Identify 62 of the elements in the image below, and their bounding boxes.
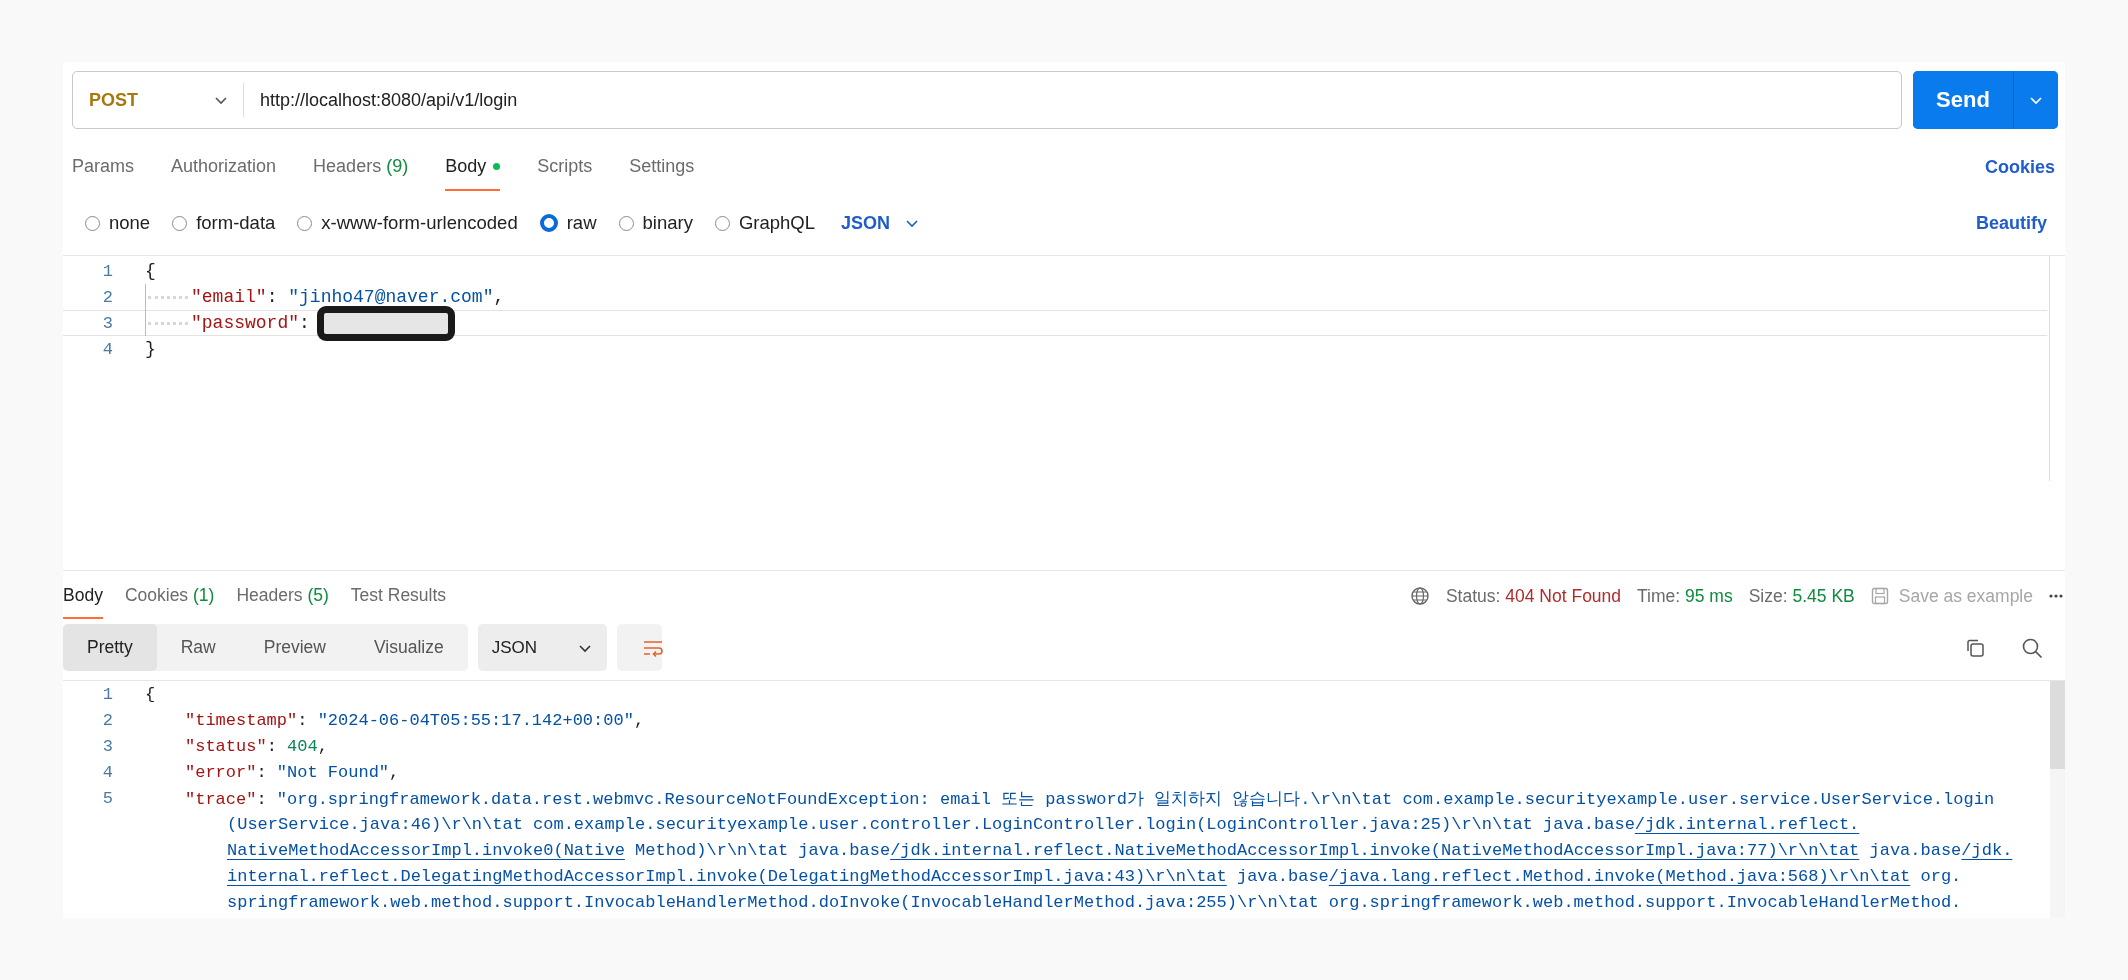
whitespace-dots bbox=[148, 295, 188, 299]
view-mode-tab[interactable]: Preview bbox=[239, 624, 350, 671]
globe-icon[interactable] bbox=[1409, 586, 1430, 606]
beautify-link[interactable]: Beautify bbox=[1976, 212, 2047, 234]
tab[interactable]: Body bbox=[445, 143, 501, 191]
line-number: 4 bbox=[101, 339, 113, 359]
format-dropdown[interactable]: JSON bbox=[477, 624, 608, 671]
tab[interactable]: Headers (5) bbox=[236, 573, 329, 619]
view-mode-tab[interactable]: Pretty bbox=[63, 624, 157, 671]
line-number: 3 bbox=[101, 313, 113, 333]
radio-option[interactable]: none bbox=[85, 212, 151, 234]
tab[interactable]: Headers (9) bbox=[313, 143, 409, 191]
code-line: NativeMethodAccessorImpl.invoke0(Native Method)\r\n\tat java.base/jdk.internal.reflect.NativeMethodAccessorImpl.invoke(NativeMethodAccessorImpl.java:77)\r\n\tat java.base/jdk. bbox=[227, 840, 2013, 860]
save-icon bbox=[1870, 587, 1889, 605]
line-number: 3 bbox=[101, 736, 113, 756]
code-line: springframework.web.method.support.InvocableHandlerMethod.doInvoke(InvocableHandlerMethod.java:255)\r\n\tat org.springframework.web.method.support.InvocableHandlerMethod. bbox=[227, 892, 1962, 912]
copy-icon[interactable] bbox=[1965, 637, 1985, 658]
whitespace-dots bbox=[148, 321, 188, 325]
wrap-lines-button[interactable] bbox=[617, 624, 663, 671]
radio-option[interactable]: x-www-form-urlencoded bbox=[297, 212, 518, 234]
line-number: 1 bbox=[101, 261, 113, 281]
radio-option[interactable]: form-data bbox=[172, 212, 276, 234]
tab[interactable]: Scripts bbox=[537, 143, 593, 191]
code-line: "status": 404, bbox=[185, 736, 328, 756]
radio-option[interactable]: GraphQL bbox=[714, 212, 815, 234]
line-number: 2 bbox=[101, 287, 113, 307]
code-line: { bbox=[145, 684, 156, 704]
code-line: { bbox=[145, 261, 156, 281]
more-icon[interactable] bbox=[2049, 593, 2063, 599]
tab[interactable]: Body bbox=[63, 573, 103, 619]
view-mode-tab[interactable]: Raw bbox=[156, 624, 240, 671]
code-line: "password": bbox=[191, 313, 310, 333]
code-line: "email": "jinho47@naver.com", bbox=[191, 287, 505, 307]
format-dropdown[interactable]: JSON bbox=[841, 212, 921, 234]
scrollbar-thumb[interactable] bbox=[2050, 681, 2065, 769]
wrap-icon bbox=[641, 638, 664, 657]
code-line: "timestamp": "2024-06-04T05:55:17.142+00:00", bbox=[185, 710, 645, 730]
size-text: Size: 5.45 KB bbox=[1748, 585, 1855, 607]
cookies-link[interactable]: Cookies bbox=[1984, 156, 2055, 178]
code-line: internal.reflect.DelegatingMethodAccessorImpl.invoke(DelegatingMethodAccessorImpl.java:43)\r\n\tat java.base/java.lang.reflect.Method.invoke(Method.java:568)\r\n\tat org. bbox=[227, 866, 1962, 886]
line-number: 5 bbox=[101, 788, 113, 808]
line-number: 2 bbox=[101, 710, 113, 730]
code-line: "error": "Not Found", bbox=[185, 762, 400, 782]
url-field[interactable]: POST http://localhost:8080/api/v1/login bbox=[72, 71, 1902, 129]
search-icon[interactable] bbox=[2021, 636, 2043, 659]
time-text: Time: 95 ms bbox=[1637, 585, 1733, 607]
code-line: "trace": "org.springframework.data.rest.webmvc.ResourceNotFoundException: email 또는 password가 일치하지 않습니다.\r\n\tat com.example.securityexample.user.service.UserService.login bbox=[185, 788, 1995, 810]
tab[interactable]: Settings bbox=[629, 143, 695, 191]
view-mode-tab[interactable]: Visualize bbox=[350, 624, 468, 671]
line-number: 1 bbox=[101, 684, 113, 704]
tab[interactable]: Params bbox=[72, 143, 134, 191]
code-line: } bbox=[145, 339, 156, 359]
radio-option[interactable]: binary bbox=[618, 212, 693, 234]
send-button[interactable]: Send bbox=[1913, 71, 2014, 129]
radio-option[interactable]: raw bbox=[539, 212, 597, 234]
method-select[interactable]: POST bbox=[73, 83, 244, 117]
line-number: 4 bbox=[101, 762, 113, 782]
code-line: (UserService.java:46)\r\n\tat com.example.securityexample.user.controller.LoginController.login(LoginController.java:25)\r\n\tat java.base/jdk.internal.reflect. bbox=[227, 814, 1860, 834]
tab[interactable]: Authorization bbox=[171, 143, 277, 191]
status-text: Status: 404 Not Found bbox=[1445, 585, 1622, 607]
tab[interactable]: Test Results bbox=[350, 573, 447, 619]
tab[interactable]: Cookies (1) bbox=[124, 573, 215, 619]
